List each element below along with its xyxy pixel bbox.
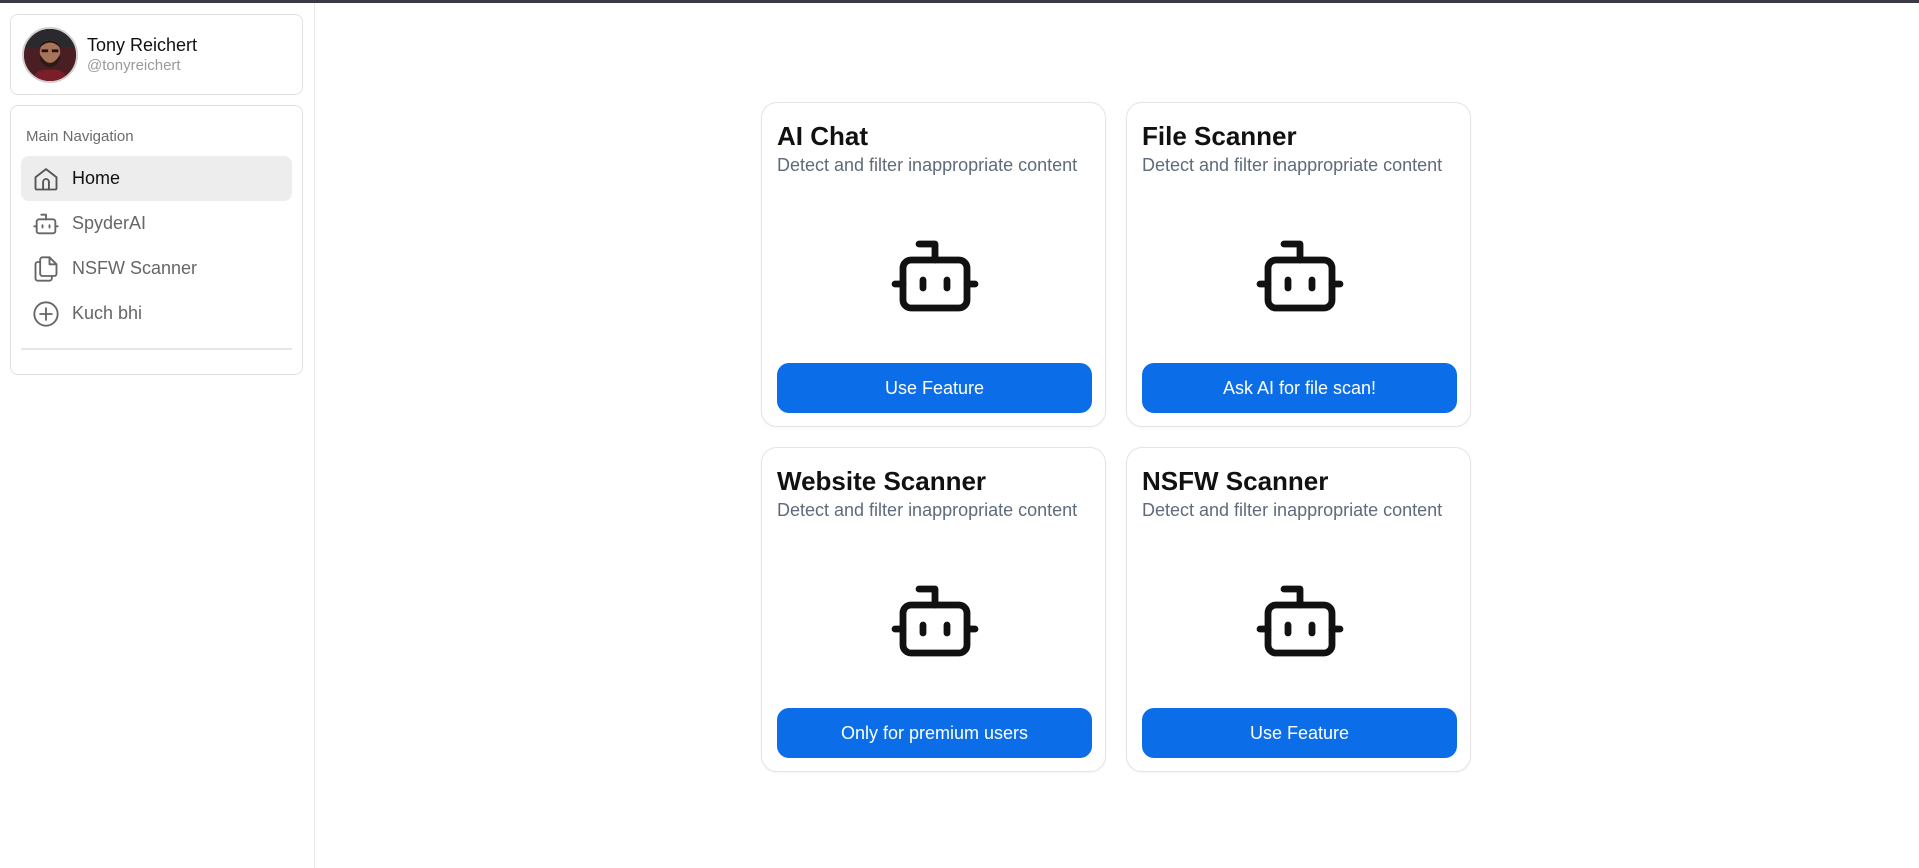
main-navigation: Main Navigation Home SpyderAI NSFW Scann… [10,105,303,375]
plus-circle-icon [31,299,61,329]
card-description: Detect and filter inappropriate content [1142,155,1443,175]
use-feature-button[interactable]: Use Feature [1142,708,1457,758]
card-title: File Scanner [1142,121,1297,151]
card-title: Website Scanner [777,466,987,496]
avatar[interactable] [22,26,78,83]
premium-only-button[interactable]: Only for premium users [777,708,1092,758]
ask-ai-file-scan-button[interactable]: Ask AI for file scan! [1142,363,1457,413]
sidebar-item-label: Kuch bhi [72,303,143,323]
feature-card-ai-chat: AI Chat Detect and filter inappropriate … [761,102,1106,427]
robot-icon [31,209,61,239]
sidebar-item-label: SpyderAI [72,213,147,233]
sidebar-item-label: Home [72,168,121,188]
nav-section-title: Main Navigation [26,128,134,145]
robot-icon [887,573,983,669]
sidebar-item-nsfw-scanner[interactable]: NSFW Scanner [21,246,292,291]
user-profile-card[interactable]: Tony Reichert @tonyreichert [10,14,303,95]
robot-icon [887,228,983,324]
card-description: Detect and filter inappropriate content [1142,500,1443,520]
user-name: Tony Reichert [87,34,198,55]
card-description: Detect and filter inappropriate content [777,500,1078,520]
card-description: Detect and filter inappropriate content [777,155,1078,175]
user-handle: @tonyreichert [87,56,181,74]
sidebar-item-label: NSFW Scanner [72,258,198,278]
sidebar-item-spyderai[interactable]: SpyderAI [21,201,292,246]
home-icon [31,164,61,194]
card-title: AI Chat [777,121,868,151]
feature-card-file-scanner: File Scanner Detect and filter inappropr… [1126,102,1471,427]
nav-divider [21,348,292,350]
feature-card-nsfw-scanner: NSFW Scanner Detect and filter inappropr… [1126,447,1471,772]
sidebar: Tony Reichert @tonyreichert Main Navigat… [0,3,315,868]
robot-icon [1252,228,1348,324]
sidebar-item-home[interactable]: Home [21,156,292,201]
robot-icon [1252,573,1348,669]
sidebar-item-kuch-bhi[interactable]: Kuch bhi [21,291,292,336]
feature-card-website-scanner: Website Scanner Detect and filter inappr… [761,447,1106,772]
use-feature-button[interactable]: Use Feature [777,363,1092,413]
card-title: NSFW Scanner [1142,466,1329,496]
files-icon [31,254,61,284]
